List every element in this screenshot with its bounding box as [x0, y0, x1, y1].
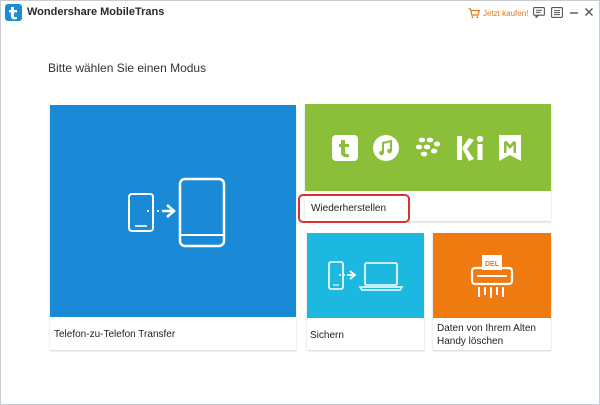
app-title: Wondershare MobileTrans [27, 6, 165, 18]
tango-icon [332, 135, 358, 161]
phone-transfer-art [50, 105, 296, 317]
shredder-icon: DEL [470, 255, 514, 298]
backup-art [307, 233, 424, 318]
close-icon[interactable] [582, 5, 596, 19]
backup-tile[interactable]: Sichern [307, 233, 424, 350]
page-title: Bitte wählen Sie einen Modus [48, 61, 207, 75]
phone-transfer-tile[interactable]: Telefon-zu-Telefon Transfer [50, 105, 296, 350]
viber-icon [499, 135, 521, 161]
backup-label: Sichern [310, 330, 344, 341]
kik-icon [457, 135, 484, 161]
phone-to-laptop-icon [328, 261, 404, 291]
feedback-icon[interactable] [532, 5, 546, 19]
title-bar: Wondershare MobileTrans Jetzt kaufen! [1, 1, 599, 25]
erase-art: DEL [433, 233, 551, 318]
menu-icon[interactable] [550, 5, 564, 19]
phone-to-phone-icon [128, 177, 226, 248]
restore-art [305, 104, 551, 191]
minimize-icon[interactable] [567, 5, 581, 19]
selection-highlight [298, 194, 410, 223]
itunes-icon [373, 135, 399, 161]
del-text: DEL [485, 261, 500, 268]
buy-now-label: Jetzt kaufen! [483, 8, 529, 18]
erase-tile[interactable]: DEL Daten von Ihrem Alten Handy löschen [433, 233, 551, 350]
buy-now-link[interactable]: Jetzt kaufen! [468, 5, 528, 21]
phone-transfer-label: Telefon-zu-Telefon Transfer [54, 329, 176, 340]
app-logo-icon [5, 4, 22, 21]
cart-icon [468, 7, 480, 18]
blackberry-icon [415, 137, 441, 157]
app-window: Wondershare MobileTrans Jetzt kaufen! Bi… [0, 0, 600, 405]
erase-label: Daten von Ihrem Alten Handy löschen [437, 323, 536, 347]
